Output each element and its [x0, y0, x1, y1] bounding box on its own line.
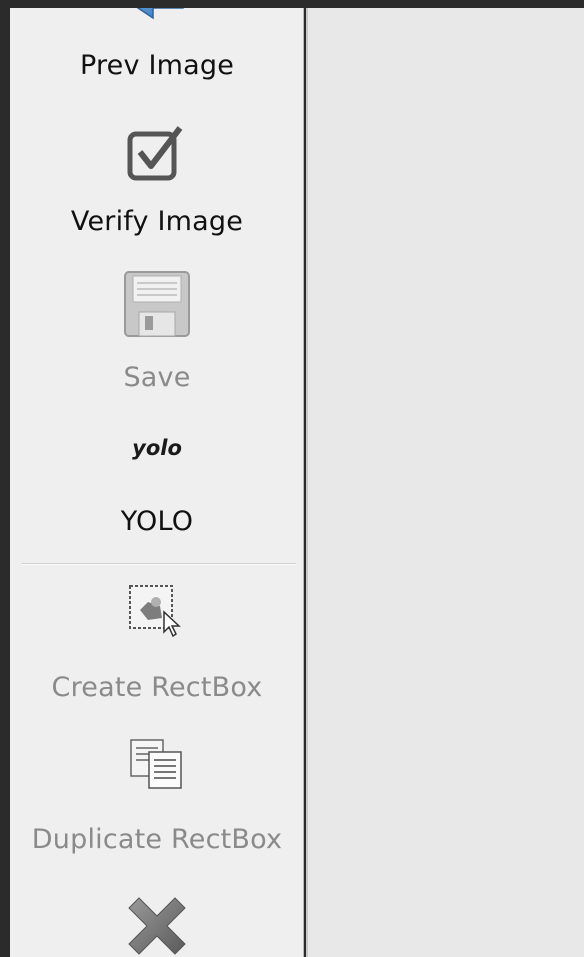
arrow-left-icon	[136, 8, 184, 20]
image-canvas[interactable]	[306, 8, 584, 957]
floppy-disk-icon	[124, 271, 190, 337]
yolo-format-icon: yolo	[132, 436, 182, 460]
toolbar-separator	[22, 563, 296, 565]
checkbox-icon	[127, 126, 183, 181]
verify-image-label: Verify Image	[70, 206, 244, 237]
yolo-label: YOLO	[120, 506, 194, 537]
save-label: Save	[123, 362, 191, 393]
verify-image-button[interactable]: Verify Image	[10, 118, 303, 248]
left-toolbar: Prev Image Verify Image Save yolo YOLO C…	[10, 8, 304, 957]
create-rectbox-button[interactable]: Create RectBox	[10, 580, 303, 710]
create-rectbox-icon	[129, 585, 181, 638]
duplicate-rectbox-icon	[130, 739, 182, 789]
delete-rectbox-button[interactable]	[10, 886, 303, 957]
create-rectbox-label: Create RectBox	[51, 672, 263, 703]
duplicate-rectbox-label: Duplicate RectBox	[31, 824, 283, 855]
duplicate-rectbox-button[interactable]: Duplicate RectBox	[10, 734, 303, 864]
delete-x-icon	[128, 897, 186, 955]
yolo-format-button[interactable]: yolo YOLO	[10, 426, 303, 556]
prev-image-label: Prev Image	[79, 50, 235, 81]
save-button[interactable]: Save	[10, 266, 303, 396]
app-window: Prev Image Verify Image Save yolo YOLO C…	[0, 0, 584, 957]
prev-image-button[interactable]: Prev Image	[10, 8, 303, 108]
